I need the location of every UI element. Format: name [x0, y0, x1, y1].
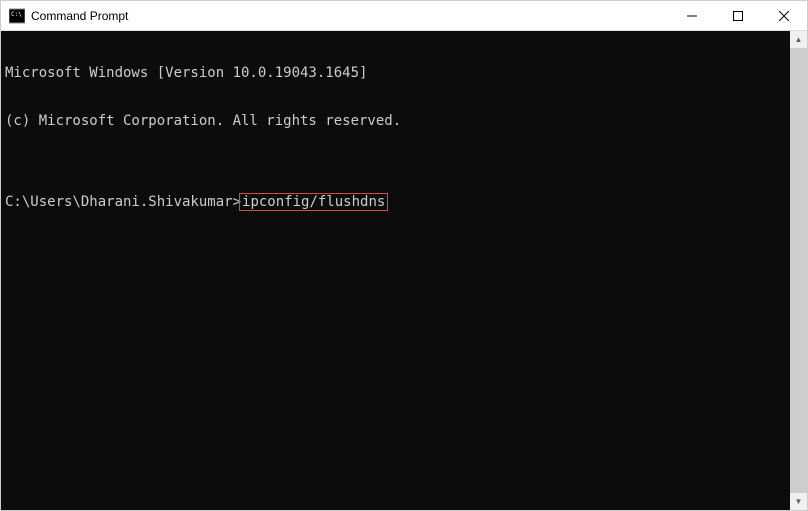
scroll-down-button[interactable]: ▼ [790, 493, 807, 510]
copyright-line: (c) Microsoft Corporation. All rights re… [5, 113, 786, 129]
close-button[interactable] [761, 1, 807, 31]
command-text: ipconfig/flushdns [242, 194, 385, 210]
version-line: Microsoft Windows [Version 10.0.19043.16… [5, 65, 786, 81]
svg-text:C:\: C:\ [11, 11, 22, 18]
scrollbar-thumb[interactable] [790, 48, 807, 493]
titlebar[interactable]: C:\ Command Prompt [1, 1, 807, 31]
window-controls [669, 1, 807, 30]
prompt-path: C:\Users\Dharani.Shivakumar> [5, 194, 241, 210]
terminal-area: Microsoft Windows [Version 10.0.19043.16… [1, 31, 807, 510]
scrollbar-track[interactable] [790, 48, 807, 493]
minimize-button[interactable] [669, 1, 715, 31]
scroll-up-button[interactable]: ▲ [790, 31, 807, 48]
command-highlight: ipconfig/flushdns [239, 193, 388, 211]
window-title: Command Prompt [31, 9, 669, 23]
maximize-button[interactable] [715, 1, 761, 31]
vertical-scrollbar[interactable]: ▲ ▼ [790, 31, 807, 510]
command-prompt-icon: C:\ [9, 8, 25, 24]
command-prompt-window: C:\ Command Prompt Microsoft Windows [Ve… [0, 0, 808, 511]
prompt-line: C:\Users\Dharani.Shivakumar>ipconfig/flu… [5, 193, 786, 211]
terminal-output[interactable]: Microsoft Windows [Version 10.0.19043.16… [1, 31, 790, 510]
